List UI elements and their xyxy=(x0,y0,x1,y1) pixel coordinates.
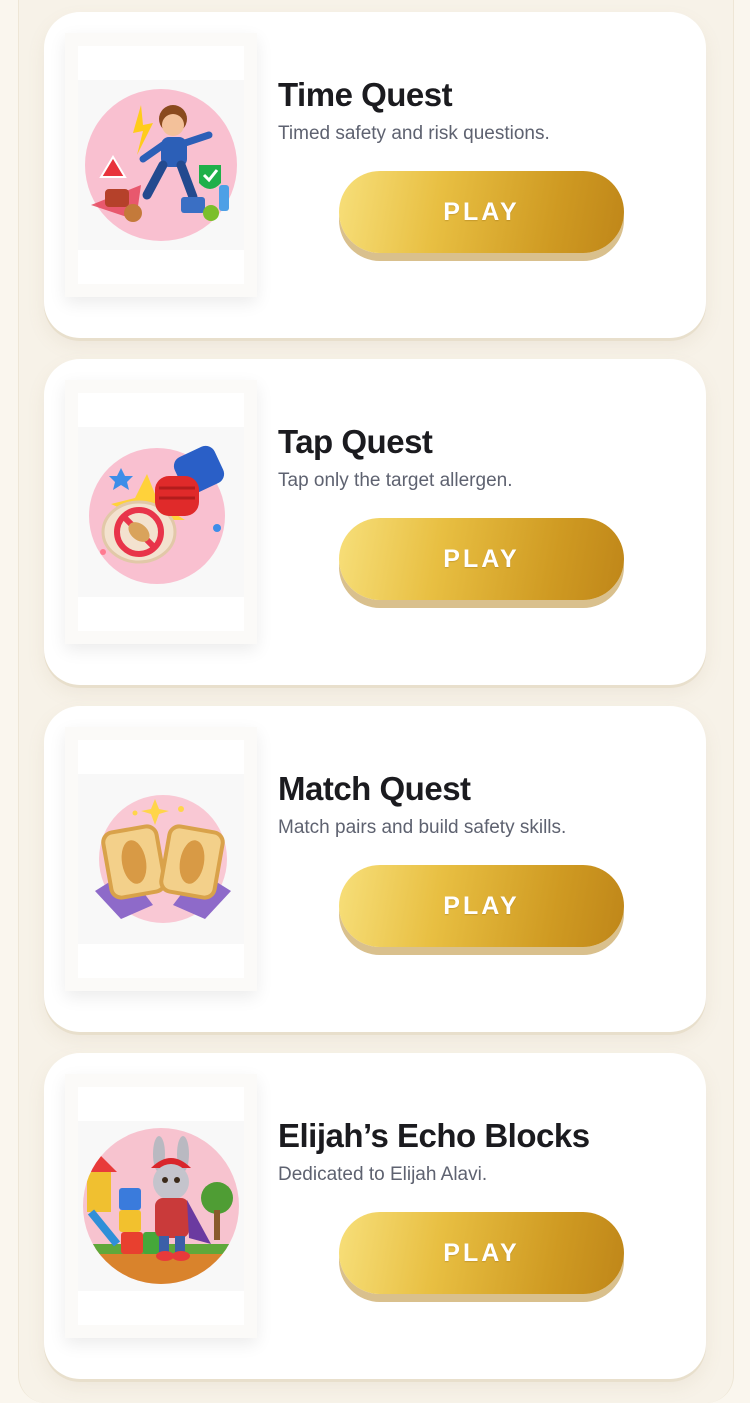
game-description: Dedicated to Elijah Alavi. xyxy=(278,1164,488,1185)
game-thumbnail-frame xyxy=(65,380,257,644)
play-button-tap-quest[interactable]: PLAY xyxy=(339,518,624,600)
game-title: Time Quest xyxy=(278,76,453,113)
play-button-time-quest[interactable]: PLAY xyxy=(339,171,624,253)
game-card-tap-quest: Tap Quest Tap only the target allergen. … xyxy=(44,359,706,685)
game-card-match-quest: Match Quest Match pairs and build safety… xyxy=(44,706,706,1032)
fist-smash-peanut-icon xyxy=(89,445,225,584)
bunny-blocks-icon xyxy=(83,1128,239,1284)
game-thumbnail-frame xyxy=(65,33,257,297)
game-thumbnail-frame xyxy=(65,1074,257,1338)
peanut-match-cards-icon xyxy=(95,795,231,923)
game-thumbnail-frame xyxy=(65,727,257,991)
game-title: Tap Quest xyxy=(278,423,433,460)
running-boy-safety-icon xyxy=(85,89,237,241)
game-title: Match Quest xyxy=(278,770,471,807)
play-button-match-quest[interactable]: PLAY xyxy=(339,865,624,947)
game-description: Timed safety and risk questions. xyxy=(278,123,550,144)
game-card-time-quest: Time Quest Timed safety and risk questio… xyxy=(44,12,706,338)
game-card-echo-blocks: Elijah’s Echo Blocks Dedicated to Elijah… xyxy=(44,1053,706,1379)
game-description: Match pairs and build safety skills. xyxy=(278,817,567,838)
game-description: Tap only the target allergen. xyxy=(278,470,513,491)
play-button-echo-blocks[interactable]: PLAY xyxy=(339,1212,624,1294)
game-title: Elijah’s Echo Blocks xyxy=(278,1117,590,1154)
